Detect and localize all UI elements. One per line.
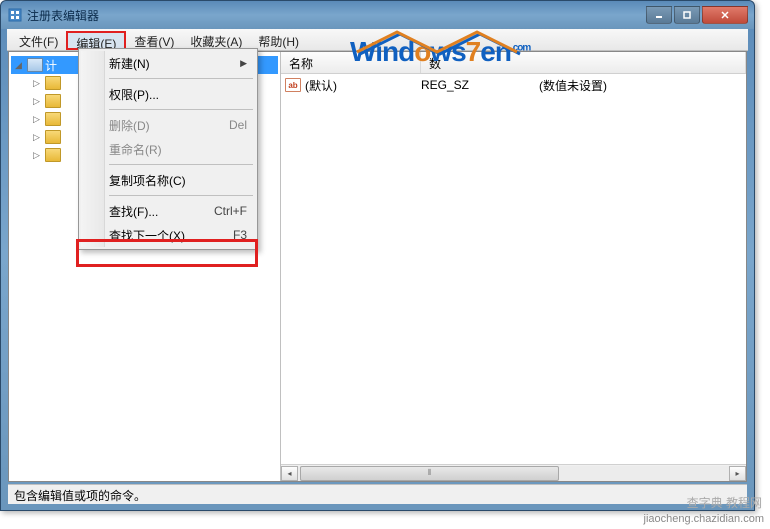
menu-separator [109, 164, 253, 165]
value-data: (数值未设置) [539, 77, 607, 94]
menu-label: 新建(N) [109, 55, 150, 72]
expand-icon[interactable]: ▷ [33, 150, 43, 161]
titlebar[interactable]: 注册表编辑器 [1, 1, 754, 29]
menu-label: 重命名(R) [109, 141, 162, 158]
expand-icon[interactable]: ▷ [33, 132, 43, 143]
minimize-button[interactable] [646, 6, 672, 24]
menu-shortcut: Ctrl+F [214, 204, 247, 218]
menu-separator [109, 78, 253, 79]
menu-shortcut: F3 [233, 228, 247, 242]
statusbar: 包含编辑值或项的命令。 [8, 484, 747, 504]
window-controls [646, 6, 748, 24]
scroll-right-button[interactable]: ▸ [729, 466, 746, 481]
tree-root-label: 计 [45, 57, 57, 74]
edit-dropdown-menu: 新建(N) ▶ 权限(P)... 删除(D) Del 重命名(R) 复制项名称(… [78, 48, 258, 250]
collapse-icon[interactable]: ◢ [15, 60, 25, 71]
submenu-arrow-icon: ▶ [240, 58, 247, 69]
menu-help[interactable]: 帮助(H) [250, 31, 307, 50]
horizontal-scrollbar[interactable]: ◂ ⫴ ▸ [281, 464, 746, 481]
watermark-url: jiaocheng.chazidian.com [644, 513, 764, 525]
col-name[interactable]: 名称 [281, 52, 421, 73]
folder-icon [45, 112, 61, 126]
list-pane: 名称 数 ab (默认) REG_SZ (数值未设置) ◂ ⫴ ▸ [281, 52, 746, 481]
menu-find-next[interactable]: 查找下一个(X) F3 [81, 223, 255, 247]
menu-label: 权限(P)... [109, 86, 159, 103]
menu-label: 复制项名称(C) [109, 172, 186, 189]
scroll-track[interactable]: ⫴ [298, 466, 729, 481]
list-header[interactable]: 名称 数 [281, 52, 746, 74]
folder-icon [45, 130, 61, 144]
scroll-thumb[interactable]: ⫴ [300, 466, 559, 481]
expand-icon[interactable]: ▷ [33, 96, 43, 107]
string-value-icon: ab [285, 78, 301, 92]
value-name: (默认) [305, 77, 421, 94]
menu-find[interactable]: 查找(F)... Ctrl+F [81, 199, 255, 223]
folder-icon [45, 76, 61, 90]
computer-icon [27, 58, 43, 72]
window-title: 注册表编辑器 [27, 7, 646, 24]
maximize-button[interactable] [674, 6, 700, 24]
close-button[interactable] [702, 6, 748, 24]
app-icon [7, 7, 23, 23]
menu-delete[interactable]: 删除(D) Del [81, 113, 255, 137]
menu-label: 查找下一个(X) [109, 227, 185, 244]
menu-separator [109, 109, 253, 110]
col-data[interactable]: 数 [421, 52, 746, 73]
scroll-left-button[interactable]: ◂ [281, 466, 298, 481]
menu-new[interactable]: 新建(N) ▶ [81, 51, 255, 75]
menu-copy-keyname[interactable]: 复制项名称(C) [81, 168, 255, 192]
menu-shortcut: Del [229, 118, 247, 132]
list-row[interactable]: ab (默认) REG_SZ (数值未设置) [283, 76, 744, 94]
menu-rename[interactable]: 重命名(R) [81, 137, 255, 161]
list-body[interactable]: ab (默认) REG_SZ (数值未设置) [281, 74, 746, 481]
menu-label: 查找(F)... [109, 203, 158, 220]
expand-icon[interactable]: ▷ [33, 78, 43, 89]
menu-separator [109, 195, 253, 196]
status-text: 包含编辑值或项的命令。 [14, 489, 146, 503]
expand-icon[interactable]: ▷ [33, 114, 43, 125]
watermark-brand: 查字典 教程网 [687, 494, 762, 511]
value-type: REG_SZ [421, 78, 539, 92]
menu-label: 删除(D) [109, 117, 150, 134]
folder-icon [45, 148, 61, 162]
menu-file[interactable]: 文件(F) [11, 31, 66, 50]
menu-permissions[interactable]: 权限(P)... [81, 82, 255, 106]
folder-icon [45, 94, 61, 108]
